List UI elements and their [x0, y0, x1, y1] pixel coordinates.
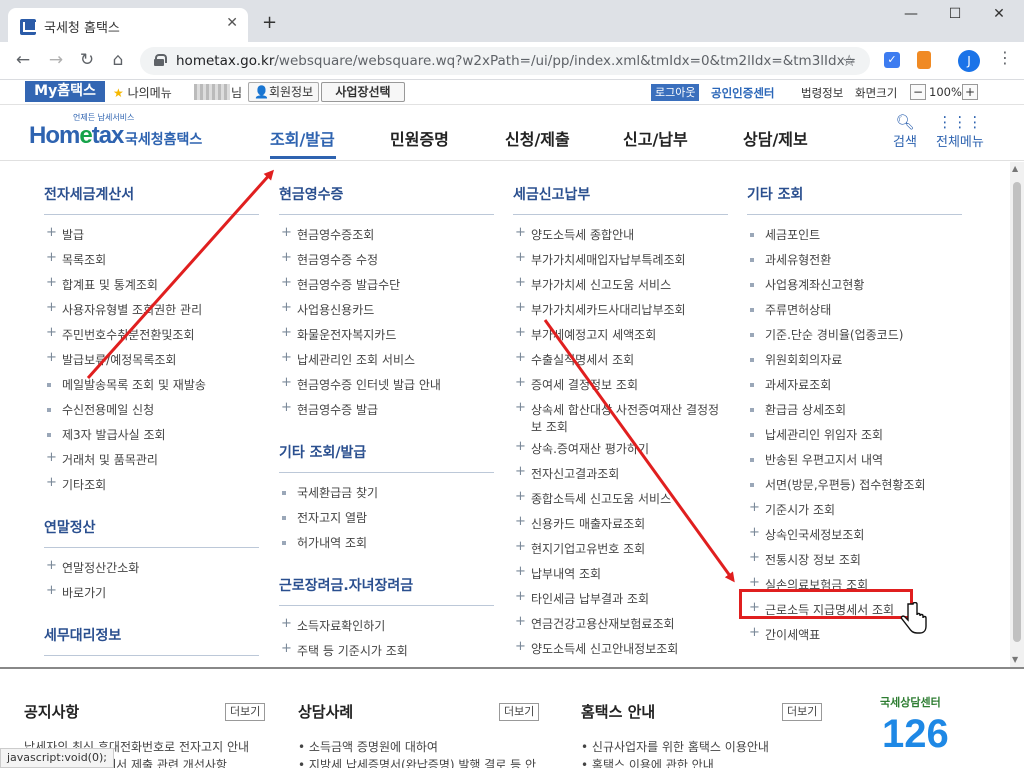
screen: 국세청 홈택스 ✕ + — ☐ ✕ ← → ↻ ⌂ hometax.go.kr/…	[0, 0, 1024, 768]
annotation-arrows	[86, 169, 735, 583]
arrow-to-inquiry-menu	[86, 169, 274, 379]
arrow-to-target-item	[543, 319, 735, 583]
hand-cursor-icon	[900, 602, 927, 634]
highlight-box	[739, 589, 913, 619]
